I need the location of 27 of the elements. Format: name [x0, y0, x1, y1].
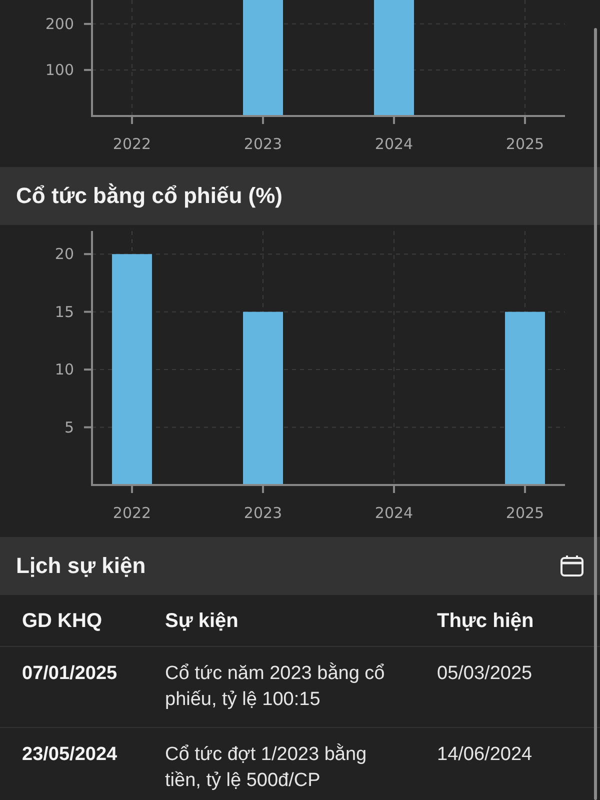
- y-tick-label: 5: [64, 418, 74, 436]
- y-tick-label: 10: [54, 360, 74, 379]
- column-header: Sự kiện: [165, 610, 240, 633]
- scrollbar[interactable]: [594, 28, 597, 800]
- x-tick-label: 2023: [244, 135, 282, 153]
- table-cell-text: 14/06/2024: [437, 743, 534, 767]
- section-title: Cổ tức bằng cổ phiếu (%): [16, 183, 282, 209]
- calendar-icon[interactable]: [560, 555, 584, 577]
- table-cell-text: 07/01/2025: [22, 662, 118, 686]
- table-cell-text: Cổ tức đợt 1/2023 bằng tiền, tỷ lệ 500đ/CP: [165, 742, 368, 793]
- y-tick-label: 200: [45, 14, 74, 33]
- table-cell-text: 23/05/2024: [22, 743, 118, 767]
- column-header: Thực hiện: [437, 610, 535, 633]
- x-tick-label: 2025: [506, 135, 544, 153]
- x-tick-label: 2022: [112, 135, 152, 153]
- x-tick-label: 2022: [112, 504, 152, 522]
- x-tick-label: 2023: [244, 504, 282, 522]
- table-cell-text: Cổ tức năm 2023 bằng cổ phiếu, tỷ lệ 100:15: [165, 662, 386, 712]
- y-tick-label: 20: [54, 245, 74, 264]
- x-tick-label: 2024: [374, 135, 414, 153]
- x-tick-label: 2025: [506, 504, 544, 522]
- column-header: GD KHQ: [22, 610, 103, 633]
- y-tick-label: 15: [54, 302, 74, 321]
- table-cell-text: 05/03/2025: [437, 662, 534, 686]
- y-tick-label: 100: [45, 60, 74, 79]
- section-title: Lịch sự kiện: [16, 553, 146, 579]
- x-tick-label: 2024: [374, 504, 414, 522]
